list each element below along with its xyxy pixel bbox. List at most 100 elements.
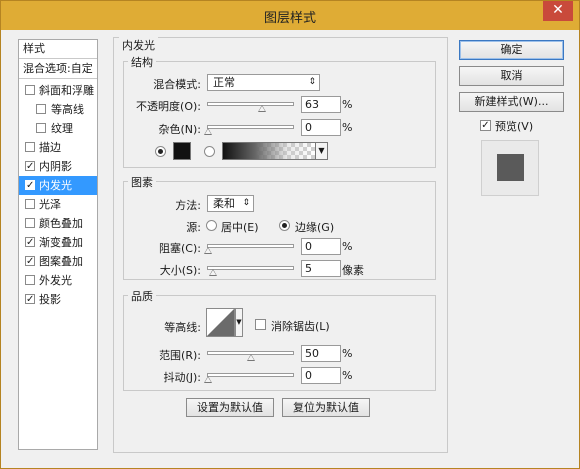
layer-style-dialog: 图层样式 ✕ 样式 混合选项:自定 斜面和浮雕 等高线 纹理 描边 ✓ 内阴影 … (0, 0, 580, 469)
style-item-label: 斜面和浮雕 (39, 84, 94, 97)
style-item-gradient-overlay[interactable]: ✓ 渐变叠加 (19, 233, 97, 252)
style-item-contour[interactable]: 等高线 (19, 100, 97, 119)
style-item-outer-glow[interactable]: 外发光 (19, 271, 97, 290)
glow-color-swatch[interactable] (173, 142, 191, 160)
opacity-unit: % (342, 98, 353, 111)
close-button[interactable]: ✕ (543, 1, 573, 21)
style-item-label: 描边 (39, 141, 61, 154)
style-item-label: 内阴影 (39, 160, 72, 173)
dialog-title: 图层样式 (263, 11, 316, 26)
style-item-inner-glow[interactable]: ✓ 内发光 (19, 176, 97, 195)
style-item-label: 内发光 (39, 179, 72, 192)
noise-slider[interactable] (204, 125, 294, 135)
blend-mode-select[interactable]: 正常 ⇕ (207, 74, 320, 91)
gradient-overlay-checkbox[interactable]: ✓ (25, 237, 35, 248)
jitter-label: 抖动(J): (163, 371, 201, 384)
size-unit: 像素 (342, 264, 364, 277)
preview-checkbox[interactable]: ✓ (480, 120, 491, 131)
set-default-button[interactable]: 设置为默认值 (186, 398, 274, 417)
structure-title: 结构 (128, 54, 156, 70)
stroke-checkbox[interactable] (25, 142, 35, 152)
range-input[interactable]: 50 (301, 345, 341, 362)
style-item-bevel-emboss[interactable]: 斜面和浮雕 (19, 81, 97, 100)
drop-shadow-checkbox[interactable]: ✓ (25, 294, 35, 305)
size-slider[interactable] (207, 266, 294, 276)
texture-checkbox[interactable] (36, 123, 46, 133)
pattern-overlay-checkbox[interactable]: ✓ (25, 256, 35, 267)
style-item-label: 光泽 (39, 198, 61, 211)
choke-slider[interactable] (204, 244, 294, 254)
opacity-slider-thumb[interactable] (258, 105, 266, 112)
styles-list: 样式 混合选项:自定 斜面和浮雕 等高线 纹理 描边 ✓ 内阴影 ✓ 内发光 光… (18, 39, 98, 450)
inner-shadow-checkbox[interactable]: ✓ (25, 161, 35, 172)
range-slider[interactable] (207, 351, 294, 361)
contour-preview[interactable] (206, 308, 235, 337)
gradient-radio[interactable] (204, 146, 215, 157)
select-arrows-icon: ⇕ (242, 198, 250, 208)
style-preview-swatch (497, 154, 524, 181)
cancel-button[interactable]: 取消 (459, 66, 564, 86)
inner-glow-checkbox[interactable]: ✓ (25, 180, 35, 191)
solid-color-radio[interactable] (155, 146, 166, 157)
method-label: 方法: (175, 199, 201, 212)
contour-curve-icon (207, 309, 234, 336)
style-item-label: 纹理 (51, 122, 73, 135)
chevron-down-icon[interactable]: ▼ (315, 142, 328, 160)
style-item-texture[interactable]: 纹理 (19, 119, 97, 138)
noise-slider-thumb[interactable] (204, 128, 212, 135)
reset-default-button[interactable]: 复位为默认值 (282, 398, 370, 417)
antialias-label[interactable]: 消除锯齿(L) (271, 318, 330, 334)
size-input[interactable]: 5 (301, 260, 341, 277)
blend-mode-label: 混合模式: (153, 78, 201, 91)
choke-label: 阻塞(C): (159, 242, 201, 255)
style-item-label: 投影 (39, 293, 61, 306)
choke-slider-thumb[interactable] (204, 247, 212, 254)
noise-label: 杂色(N): (158, 123, 201, 136)
source-center-label[interactable]: 居中(E) (221, 219, 259, 235)
opacity-label: 不透明度(O): (136, 100, 201, 113)
satin-checkbox[interactable] (25, 199, 35, 209)
style-preview-box (481, 140, 539, 196)
source-center-radio[interactable] (206, 220, 217, 231)
opacity-slider[interactable] (207, 102, 294, 112)
source-edge-label[interactable]: 边缘(G) (295, 219, 334, 235)
opacity-input[interactable]: 63 (301, 96, 341, 113)
ok-button[interactable]: 确定 (459, 40, 564, 60)
jitter-slider-thumb[interactable] (204, 376, 212, 383)
range-slider-thumb[interactable] (247, 354, 255, 361)
source-label: 源: (186, 221, 201, 234)
source-edge-radio[interactable] (279, 220, 290, 231)
style-item-color-overlay[interactable]: 颜色叠加 (19, 214, 97, 233)
style-item-pattern-overlay[interactable]: ✓ 图案叠加 (19, 252, 97, 271)
antialias-checkbox[interactable] (255, 319, 266, 330)
style-item-stroke[interactable]: 描边 (19, 138, 97, 157)
styles-header[interactable]: 样式 (19, 40, 97, 59)
elements-title: 图素 (128, 174, 156, 190)
quality-title: 品质 (128, 288, 156, 304)
bevel-emboss-checkbox[interactable] (25, 85, 35, 95)
noise-unit: % (342, 121, 353, 134)
jitter-input[interactable]: 0 (301, 367, 341, 384)
style-item-label: 等高线 (51, 103, 84, 116)
style-item-inner-shadow[interactable]: ✓ 内阴影 (19, 157, 97, 176)
method-select[interactable]: 柔和 ⇕ (207, 195, 254, 212)
blending-options-item[interactable]: 混合选项:自定 (19, 60, 97, 79)
style-item-label: 颜色叠加 (39, 217, 83, 230)
new-style-button[interactable]: 新建样式(W)... (459, 92, 564, 112)
title-bar[interactable]: 图层样式 ✕ (1, 1, 579, 30)
size-slider-thumb[interactable] (209, 269, 217, 276)
panel-title: 内发光 (119, 37, 158, 53)
contour-checkbox[interactable] (36, 104, 46, 114)
gradient-swatch[interactable] (222, 142, 316, 160)
noise-input[interactable]: 0 (301, 119, 341, 136)
choke-input[interactable]: 0 (301, 238, 341, 255)
preview-label[interactable]: 预览(V) (495, 118, 533, 134)
outer-glow-checkbox[interactable] (25, 275, 35, 285)
style-item-drop-shadow[interactable]: ✓ 投影 (19, 290, 97, 309)
color-overlay-checkbox[interactable] (25, 218, 35, 228)
choke-unit: % (342, 240, 353, 253)
blend-mode-value: 正常 (213, 76, 235, 89)
contour-dropdown-icon[interactable]: ▼ (235, 308, 243, 337)
jitter-slider[interactable] (204, 373, 294, 383)
style-item-satin[interactable]: 光泽 (19, 195, 97, 214)
